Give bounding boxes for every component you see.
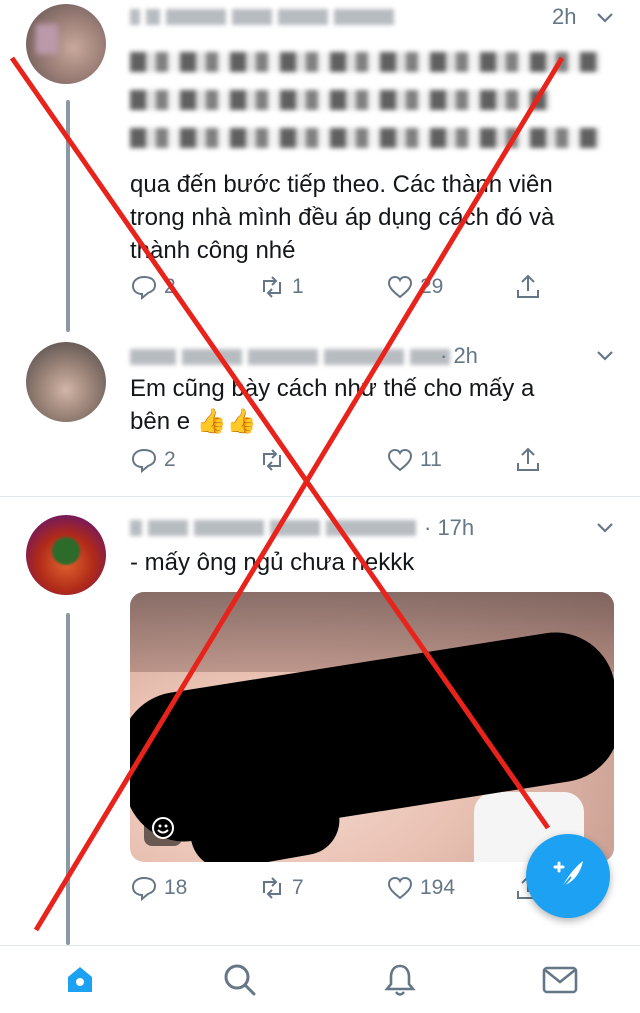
share-icon: [517, 274, 539, 298]
tweet-header: [130, 342, 450, 372]
chevron-down-icon[interactable]: [594, 516, 616, 538]
like-count: 11: [420, 448, 442, 471]
tweet-time: 2h: [552, 4, 577, 29]
tweet-time: · 2h: [440, 343, 478, 368]
tweet-header: [130, 2, 394, 32]
share-button[interactable]: [514, 273, 542, 301]
reply-button[interactable]: 18: [130, 874, 187, 902]
timeline-feed: 2h qua đến bước tiếp theo. Các thành viê…: [0, 0, 640, 945]
like-button[interactable]: 29: [386, 273, 443, 301]
like-count: 194: [420, 876, 456, 899]
tweet-text: qua đến bước tiếp theo. Các thành viên t…: [130, 171, 555, 264]
reply-count: 2: [164, 448, 176, 471]
gif-badge: [144, 810, 182, 846]
like-button[interactable]: 11: [386, 446, 442, 474]
reply-count: 18: [164, 876, 188, 899]
avatar[interactable]: [26, 4, 106, 84]
chevron-down-icon[interactable]: [594, 6, 616, 28]
blurred-username: [130, 9, 394, 25]
nav-home[interactable]: [40, 950, 120, 1010]
retweet-icon: [263, 449, 281, 471]
tweet-text: - mấy ông ngủ chưa nekkk: [130, 549, 415, 576]
bottom-navigation: [0, 945, 640, 1013]
blurred-tweet-text: [130, 52, 610, 166]
blurred-username: [130, 349, 450, 365]
reply-icon: [131, 275, 157, 301]
reply-count: 2: [164, 275, 176, 298]
chevron-down-icon[interactable]: [594, 344, 616, 366]
tweet-1[interactable]: 2h qua đến bước tiếp theo. Các thành viê…: [0, 0, 640, 332]
compose-tweet-button[interactable]: [526, 834, 610, 918]
blurred-username: [130, 520, 416, 536]
reply-button[interactable]: 2: [130, 273, 176, 301]
tweet-actions: 2 11: [130, 446, 610, 480]
heart-icon: [387, 275, 413, 299]
thread-line: [66, 613, 70, 945]
heart-icon: [387, 876, 413, 900]
reply-button[interactable]: 2: [130, 446, 176, 474]
share-icon: [517, 447, 539, 471]
reply-icon: [131, 876, 157, 902]
tweet-actions: 2 1 29: [130, 273, 610, 307]
compose-tweet-icon: [553, 861, 583, 890]
retweet-button[interactable]: 7: [258, 874, 304, 902]
retweet-button[interactable]: 1: [258, 273, 304, 301]
tweet-header: [130, 513, 416, 543]
tweet-media-gif[interactable]: [130, 592, 614, 862]
messages-icon: [542, 966, 578, 993]
smiley-icon: [152, 817, 174, 839]
like-count: 29: [420, 275, 444, 298]
nav-search[interactable]: [200, 950, 280, 1010]
thread-line: [66, 100, 70, 332]
notifications-icon: [384, 964, 416, 996]
tweet-text: Em cũng bày cách như thế cho mấy a bên e…: [130, 375, 535, 435]
reply-icon: [131, 448, 157, 474]
nav-notifications[interactable]: [360, 950, 440, 1010]
avatar[interactable]: [26, 342, 106, 422]
share-button[interactable]: [514, 446, 542, 474]
like-button[interactable]: 194: [386, 874, 455, 902]
retweet-count: 1: [292, 275, 304, 298]
heart-icon: [387, 448, 413, 472]
tweet-2[interactable]: · 2h Em cũng bày cách như thế cho mấy a …: [0, 330, 640, 496]
retweet-button[interactable]: [258, 446, 292, 474]
retweet-icon: [263, 877, 281, 899]
search-icon: [224, 964, 256, 995]
home-icon: [68, 966, 92, 992]
tweet-time: · 17h: [424, 515, 475, 540]
retweet-count: 7: [292, 876, 304, 899]
retweet-icon: [263, 276, 281, 298]
avatar[interactable]: [26, 515, 106, 595]
nav-messages[interactable]: [520, 950, 600, 1010]
